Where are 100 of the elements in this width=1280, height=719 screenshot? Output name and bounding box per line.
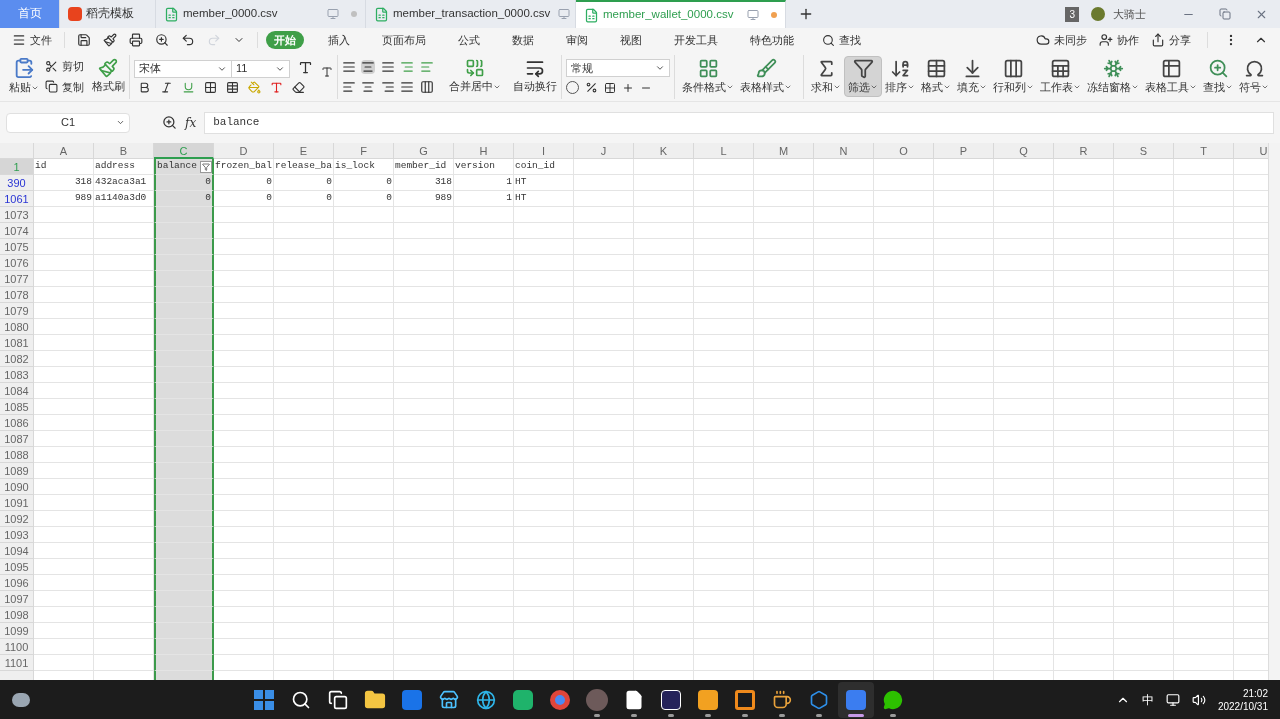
align-middle-icon[interactable] (361, 59, 376, 74)
ribbon-button[interactable]: 工作表 (1037, 56, 1084, 97)
ribbon-tab[interactable]: 特色功能 (742, 31, 802, 49)
column-header[interactable]: A (34, 143, 94, 159)
underline-icon[interactable] (181, 80, 195, 94)
save-icon[interactable] (77, 33, 91, 47)
ribbon-tab[interactable]: 公式 (450, 31, 488, 49)
row-header[interactable]: 390 (0, 175, 34, 191)
row-header[interactable]: 1093 (0, 527, 34, 543)
column-header[interactable]: Q (994, 143, 1054, 159)
percent-icon[interactable] (585, 81, 599, 94)
zoom-icon[interactable] (162, 115, 177, 130)
decrease-font-icon[interactable] (320, 65, 333, 78)
user-name[interactable]: 大骑士 (1113, 5, 1146, 23)
align-top-icon[interactable] (341, 59, 356, 74)
row-header[interactable]: 1085 (0, 399, 34, 415)
row-header[interactable]: 1084 (0, 383, 34, 399)
eraser-icon[interactable] (291, 80, 305, 94)
row-header[interactable]: 1075 (0, 239, 34, 255)
brush-icon[interactable] (103, 33, 117, 47)
align-right-icon[interactable] (380, 79, 395, 94)
ribbon-tab[interactable]: 开发工具 (666, 31, 726, 49)
clock-time[interactable]: 21:02 (1242, 686, 1268, 700)
ribbon-tab[interactable]: 插入 (320, 31, 358, 49)
taskbar-button[interactable] (838, 681, 875, 718)
fill-color-icon[interactable] (247, 80, 261, 94)
row-header[interactable]: 1083 (0, 367, 34, 383)
clock-date[interactable]: 2022/10/31 (1217, 699, 1268, 713)
row-header[interactable]: 1078 (0, 287, 34, 303)
column-header[interactable]: H (454, 143, 514, 159)
ribbon-button[interactable]: 冻结窗格 (1084, 56, 1142, 97)
ribbon-tab[interactable]: 开始 (266, 31, 304, 49)
cell-reference-field[interactable]: C1 (6, 112, 130, 133)
ribbon-button[interactable]: 筛选 (844, 55, 882, 98)
row-header[interactable]: 1079 (0, 303, 34, 319)
row-header[interactable]: 1098 (0, 607, 34, 623)
row-header[interactable]: 1073 (0, 207, 34, 223)
ribbon-button[interactable]: 行和列 (990, 56, 1037, 97)
vertical-scrollbar[interactable] (1268, 143, 1280, 680)
row-header[interactable]: 1089 (0, 463, 34, 479)
row-header[interactable]: 1080 (0, 319, 34, 335)
column-header[interactable]: E (274, 143, 334, 159)
align-bottom-icon[interactable] (380, 59, 395, 74)
row-header[interactable]: 1076 (0, 255, 34, 271)
column-header[interactable]: F (334, 143, 394, 159)
row-header[interactable]: 1095 (0, 559, 34, 575)
increase-font-icon[interactable] (297, 59, 313, 75)
row-header[interactable]: 1086 (0, 415, 34, 431)
row-header[interactable]: 1090 (0, 479, 34, 495)
column-header[interactable]: D (214, 143, 274, 159)
ribbon-button[interactable]: 符号 (1236, 56, 1272, 97)
ribbon-button[interactable]: 填充 (954, 56, 990, 97)
distribute-icon[interactable] (419, 79, 434, 94)
font-size-field[interactable]: 11 (231, 59, 290, 78)
sync-button[interactable]: 未同步 (1036, 31, 1087, 49)
column-header[interactable]: S (1114, 143, 1174, 159)
row-header[interactable]: 1061 (0, 191, 34, 207)
column-header[interactable]: G (394, 143, 454, 159)
number-format-field[interactable]: 常规 (566, 59, 671, 77)
row-header[interactable]: 1088 (0, 447, 34, 463)
cell-style-icon[interactable] (225, 80, 239, 94)
justify-icon[interactable] (400, 79, 415, 94)
row-header[interactable]: 1092 (0, 511, 34, 527)
increase-decimal-icon[interactable] (622, 81, 635, 94)
function-label[interactable]: fx (185, 113, 197, 132)
ribbon-button[interactable]: 查找 (1200, 56, 1236, 97)
column-header[interactable]: M (754, 143, 814, 159)
collaborate-button[interactable]: 协作 (1099, 31, 1139, 49)
column-header[interactable]: R (1054, 143, 1114, 159)
ribbon-tab[interactable]: 页面布局 (374, 31, 434, 49)
row-header[interactable]: 1094 (0, 543, 34, 559)
formula-field[interactable]: balance (204, 111, 1274, 134)
column-header[interactable]: P (934, 143, 994, 159)
format-painter-button[interactable]: 格式刷 (92, 58, 125, 95)
volume-icon[interactable] (1191, 692, 1206, 707)
new-tab-icon[interactable] (798, 6, 814, 22)
column-header[interactable]: I (514, 143, 574, 159)
ribbon-button[interactable]: 表格样式 (737, 56, 796, 97)
font-color-icon[interactable] (269, 80, 283, 94)
ribbon-button[interactable]: 排序 (882, 56, 918, 97)
borders-icon[interactable] (203, 80, 217, 94)
row-header[interactable]: 1099 (0, 623, 34, 639)
column-header[interactable]: K (634, 143, 694, 159)
filter-button[interactable] (200, 160, 212, 173)
input-method-indicator[interactable]: 中 (1141, 690, 1154, 709)
row-header[interactable]: 1081 (0, 335, 34, 351)
row-header[interactable]: 1082 (0, 351, 34, 367)
row-header[interactable]: 1091 (0, 495, 34, 511)
row-header[interactable]: 1100 (0, 639, 34, 655)
share-button[interactable]: 分享 (1151, 31, 1191, 49)
row-header[interactable]: 1074 (0, 223, 34, 239)
ribbon-tab[interactable]: 视图 (612, 31, 650, 49)
avatar-icon[interactable] (1091, 7, 1105, 21)
column-header[interactable]: N (814, 143, 874, 159)
row-header[interactable]: 1101 (0, 655, 34, 671)
ribbon-tab[interactable]: 审阅 (558, 31, 596, 49)
document-tab[interactable]: member_wallet_0000.csv (576, 0, 786, 28)
row-header[interactable]: 1097 (0, 591, 34, 607)
ribbon-button[interactable]: 求和 (808, 56, 844, 97)
undo-icon[interactable] (181, 33, 195, 47)
